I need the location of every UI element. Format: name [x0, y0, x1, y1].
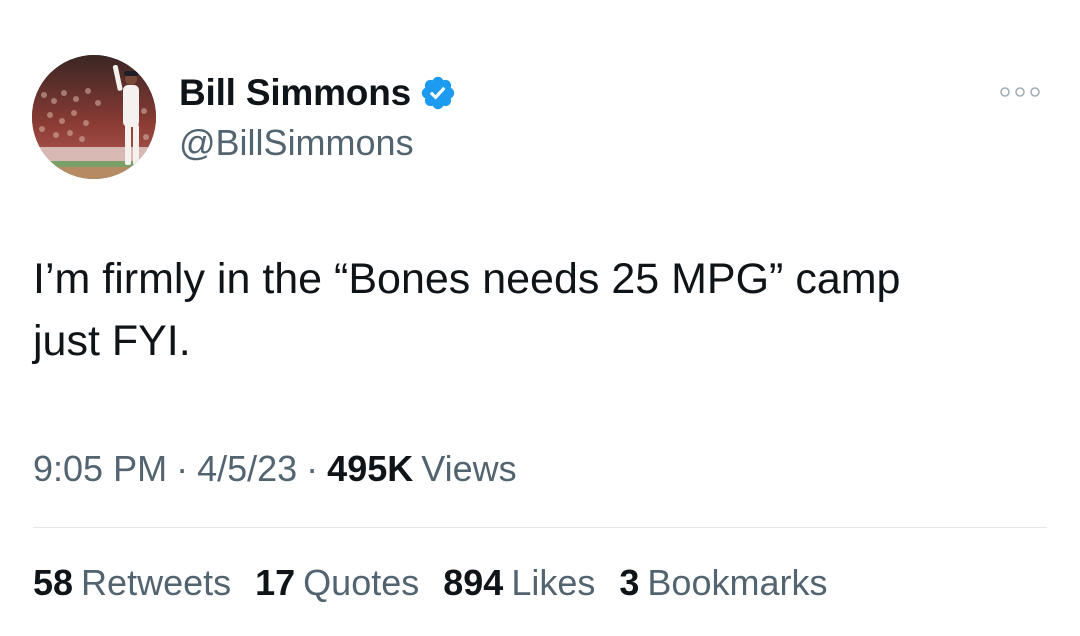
tweet-meta: 9:05 PM · 4/5/23 · 495K Views	[33, 448, 517, 490]
display-name-row: Bill Simmons	[179, 70, 457, 116]
author-block: Bill Simmons @BillSimmons	[179, 70, 457, 164]
likes-count: 894	[443, 562, 504, 603]
divider	[33, 527, 1047, 528]
meta-separator: ·	[176, 448, 189, 489]
views-count[interactable]: 495K	[327, 448, 413, 490]
likes-label: Likes	[511, 562, 596, 603]
tweet-date[interactable]: 4/5/23	[197, 448, 297, 490]
retweets-count: 58	[33, 562, 74, 603]
baseball-player-avatar-icon	[32, 55, 156, 179]
tweet-card: Bill Simmons @BillSimmons I’m firmly in …	[0, 0, 1080, 636]
tweet-text: I’m firmly in the “Bones needs 25 MPG” c…	[33, 255, 901, 365]
bookmarks-label: Bookmarks	[647, 562, 828, 603]
meta-separator: ·	[306, 448, 319, 489]
likes-stat[interactable]: 894 Likes	[443, 562, 595, 604]
quotes-label: Quotes	[303, 562, 420, 603]
handle[interactable]: @BillSimmons	[179, 122, 457, 164]
quotes-count: 17	[255, 562, 296, 603]
engagement-stats: 58 Retweets 17 Quotes 894 Likes 3 Bookmarks	[33, 562, 851, 604]
avatar[interactable]	[32, 55, 156, 179]
retweets-stat[interactable]: 58 Retweets	[33, 562, 231, 604]
bookmarks-count: 3	[619, 562, 640, 603]
display-name[interactable]: Bill Simmons	[179, 72, 411, 114]
views-label[interactable]: Views	[421, 448, 516, 490]
retweets-label: Retweets	[81, 562, 232, 603]
tweet-time[interactable]: 9:05 PM	[33, 448, 167, 490]
bookmarks-stat[interactable]: 3 Bookmarks	[619, 562, 827, 604]
quotes-stat[interactable]: 17 Quotes	[255, 562, 419, 604]
verified-badge-icon[interactable]	[419, 74, 457, 112]
more-horizontal-icon[interactable]	[998, 84, 1042, 100]
